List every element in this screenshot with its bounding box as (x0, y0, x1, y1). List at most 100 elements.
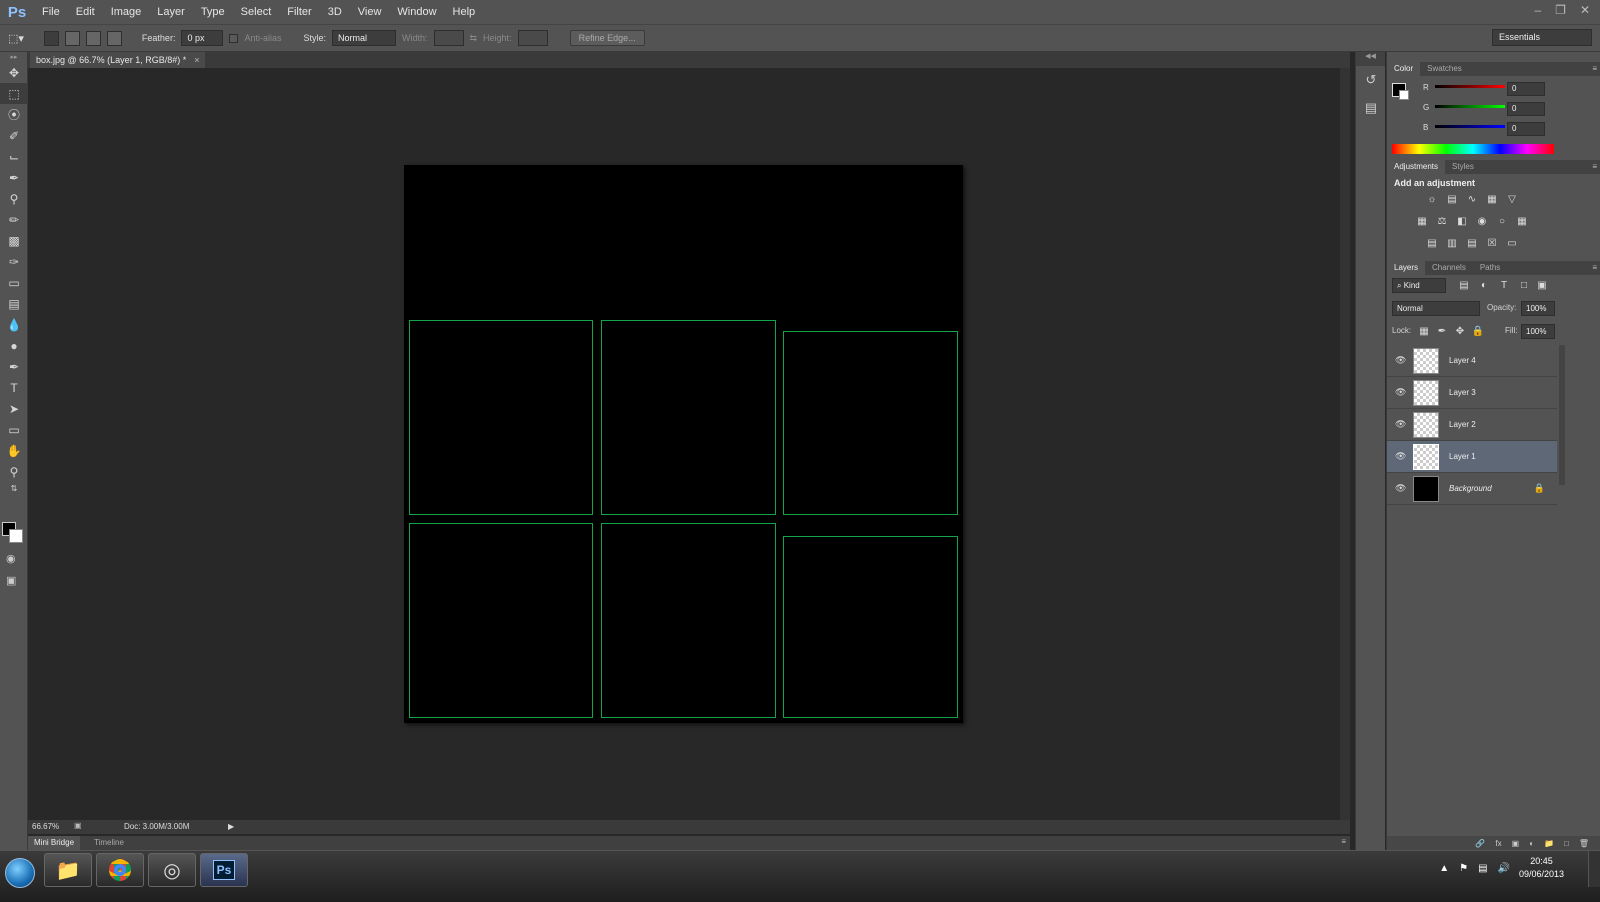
close-icon[interactable]: ✕ (1580, 3, 1590, 17)
menu-3d[interactable]: 3D (320, 0, 350, 24)
menu-help[interactable]: Help (445, 0, 484, 24)
color-panel-menu-icon[interactable]: ≡ (1592, 64, 1597, 73)
swap-colors-icon[interactable]: ⇅ (0, 482, 28, 494)
tab-channels[interactable]: Channels (1425, 261, 1473, 275)
network-icon[interactable]: ▤ (1478, 863, 1487, 874)
close-tab-icon[interactable]: × (194, 52, 199, 68)
tab-paths[interactable]: Paths (1473, 261, 1507, 275)
green-track[interactable] (1435, 105, 1505, 108)
tab-timeline[interactable]: Timeline (88, 836, 130, 850)
eyedropper-tool-icon[interactable]: ✒ (0, 167, 28, 188)
healing-brush-tool-icon[interactable]: ⚲ (0, 188, 28, 209)
tab-layers[interactable]: Layers (1387, 261, 1426, 275)
red-slider[interactable]: R 0 (1423, 82, 1593, 96)
blue-track[interactable] (1435, 125, 1505, 128)
layer-row[interactable]: 👁 Layer 4 (1387, 345, 1557, 377)
filter-shape-icon[interactable]: □ (1517, 280, 1531, 292)
status-menu-arrow-icon[interactable]: ▶ (228, 822, 234, 831)
photo-filter-icon[interactable]: ◉ (1475, 216, 1489, 228)
red-value-input[interactable]: 0 (1507, 82, 1545, 96)
gradient-map-icon[interactable]: ▭ (1505, 238, 1519, 250)
quick-selection-tool-icon[interactable]: ✐ (0, 125, 28, 146)
black-white-icon[interactable]: ◧ (1455, 216, 1469, 228)
rectangle-tool-icon[interactable]: ▭ (0, 419, 28, 440)
visibility-eye-icon[interactable]: 👁 (1395, 483, 1406, 493)
path-selection-tool-icon[interactable]: ➤ (0, 398, 28, 419)
visibility-eye-icon[interactable]: 👁 (1395, 387, 1406, 397)
show-desktop-button[interactable] (1588, 851, 1600, 887)
fill-input[interactable]: 100% (1521, 324, 1555, 339)
layer-filter-kind-select[interactable]: ⌕ Kind (1392, 278, 1446, 293)
new-layer-icon[interactable]: □ (1564, 839, 1569, 848)
new-adjustment-layer-icon[interactable]: ◐ (1529, 839, 1534, 848)
opacity-input[interactable]: 100% (1521, 301, 1555, 316)
green-value-input[interactable]: 0 (1507, 102, 1545, 116)
antialias-checkbox[interactable] (229, 33, 239, 43)
menu-type[interactable]: Type (193, 0, 233, 24)
subtract-from-selection-icon[interactable] (85, 30, 101, 46)
workspace-select[interactable]: Essentials (1492, 29, 1592, 46)
exposure-icon[interactable]: ▦ (1485, 194, 1499, 206)
taskbar-app-button[interactable]: ◎ (148, 853, 196, 887)
layers-panel-menu-icon[interactable]: ≡ (1592, 263, 1597, 272)
volume-icon[interactable]: 🔊 (1498, 863, 1510, 874)
pen-tool-icon[interactable]: ✒ (0, 356, 28, 377)
vertical-scrollbar[interactable] (1340, 68, 1350, 820)
color-balance-icon[interactable]: ⚖ (1435, 216, 1449, 228)
status-info-icon[interactable]: ▣ (74, 821, 82, 830)
add-to-selection-icon[interactable] (64, 30, 80, 46)
brightness-contrast-icon[interactable]: ☼ (1425, 194, 1439, 206)
menu-layer[interactable]: Layer (149, 0, 193, 24)
lock-position-icon[interactable]: ✥ (1453, 326, 1467, 338)
blue-value-input[interactable]: 0 (1507, 122, 1545, 136)
type-tool-icon[interactable]: T (0, 377, 28, 398)
layer-row[interactable]: 👁 Layer 2 (1387, 409, 1557, 441)
levels-icon[interactable]: ▤ (1445, 194, 1459, 206)
color-bg-swatch[interactable] (1399, 90, 1409, 100)
restore-icon[interactable]: ❐ (1555, 3, 1566, 17)
posterize-icon[interactable]: ▥ (1445, 238, 1459, 250)
clone-stamp-tool-icon[interactable]: ▩ (0, 230, 28, 251)
tab-styles[interactable]: Styles (1445, 160, 1481, 174)
dodge-tool-icon[interactable]: ● (0, 335, 28, 356)
move-tool-icon[interactable]: ✥ (0, 62, 28, 83)
lock-transparent-pixels-icon[interactable]: ▦ (1417, 326, 1431, 338)
delete-layer-icon[interactable]: 🗑 (1579, 839, 1589, 848)
menu-image[interactable]: Image (103, 0, 150, 24)
rectangular-marquee-tool-icon[interactable]: ⬚ (0, 83, 28, 104)
intersect-selection-icon[interactable] (106, 30, 122, 46)
hue-saturation-icon[interactable]: ▦ (1415, 216, 1429, 228)
visibility-eye-icon[interactable]: 👁 (1395, 419, 1406, 429)
threshold-icon[interactable]: ▤ (1465, 238, 1479, 250)
add-mask-icon[interactable]: ▣ (1512, 839, 1520, 848)
tab-adjustments[interactable]: Adjustments (1387, 160, 1446, 174)
green-slider[interactable]: G 0 (1423, 102, 1593, 116)
screen-mode-icon[interactable]: ▣ (6, 574, 16, 587)
visibility-eye-icon[interactable]: 👁 (1395, 451, 1406, 461)
brush-tool-icon[interactable]: ✏ (0, 209, 28, 230)
channel-mixer-icon[interactable]: ○ (1495, 216, 1509, 228)
menu-edit[interactable]: Edit (68, 0, 103, 24)
red-track[interactable] (1435, 85, 1505, 88)
taskbar-explorer-button[interactable]: 📁 (44, 853, 92, 887)
zoom-tool-icon[interactable]: ⚲ (0, 461, 28, 482)
action-center-flag-icon[interactable]: ⚑ (1459, 863, 1468, 874)
height-input[interactable] (517, 30, 548, 46)
gradient-tool-icon[interactable]: ▤ (0, 293, 28, 314)
filter-pixel-icon[interactable]: ▤ (1457, 280, 1471, 292)
filter-smart-object-icon[interactable]: ▣ (1535, 280, 1549, 292)
background-color-swatch[interactable] (9, 529, 23, 543)
taskbar-photoshop-button[interactable]: Ps (200, 853, 248, 887)
feather-input[interactable]: 0 px (181, 30, 224, 46)
minimize-icon[interactable]: – (1534, 3, 1541, 17)
layers-scrollbar[interactable] (1559, 345, 1565, 485)
properties-panel-icon[interactable]: ▤ (1356, 94, 1386, 122)
menu-window[interactable]: Window (389, 0, 444, 24)
blur-tool-icon[interactable]: 💧 (0, 314, 28, 335)
menu-view[interactable]: View (350, 0, 390, 24)
eraser-tool-icon[interactable]: ▭ (0, 272, 28, 293)
filter-adjustment-icon[interactable]: ◐ (1477, 280, 1491, 292)
tab-swatches[interactable]: Swatches (1420, 62, 1469, 76)
document-tab[interactable]: box.jpg @ 66.7% (Layer 1, RGB/8#) * × (30, 52, 206, 68)
document-image[interactable] (404, 165, 963, 723)
